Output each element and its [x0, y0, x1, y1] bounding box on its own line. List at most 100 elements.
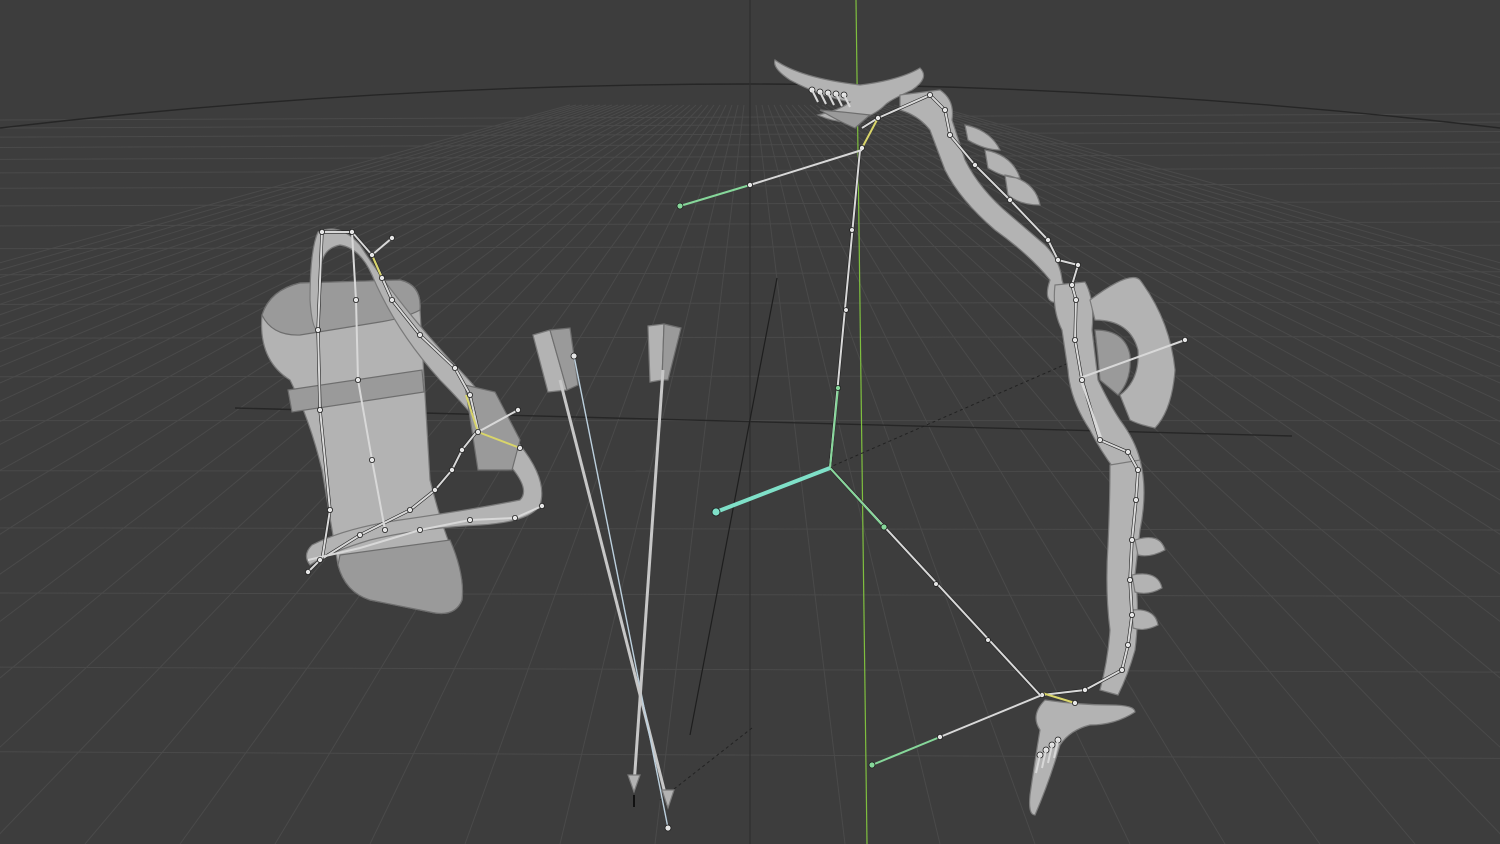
bone-joint[interactable]: [316, 557, 323, 564]
bone-joint[interactable]: [1135, 466, 1142, 473]
bone-joint[interactable]: [388, 296, 395, 303]
bone-joint[interactable]: [1125, 448, 1132, 455]
grid-line: [869, 104, 1500, 368]
bone-joint[interactable]: [1072, 336, 1079, 343]
bow-object[interactable]: [773, 59, 1189, 816]
bone-joint[interactable]: [388, 234, 395, 241]
string-upper-bone-green[interactable]: [829, 387, 839, 469]
arrow-right[interactable]: [627, 323, 682, 807]
viewport-canvas[interactable]: [0, 0, 1500, 844]
bone-joint[interactable]: [942, 107, 949, 114]
bone-joint[interactable]: [368, 456, 375, 463]
bone-joint[interactable]: [1072, 700, 1079, 707]
arrow-joint: [570, 352, 578, 360]
bone-joint[interactable]: [1079, 376, 1086, 383]
bone-joint[interactable]: [406, 506, 413, 513]
bone-joint[interactable]: [1073, 296, 1080, 303]
grid-line: [791, 104, 1416, 844]
grid-line: [0, 104, 583, 279]
bone-joint[interactable]: [1097, 436, 1104, 443]
bone-joint[interactable]: [1129, 612, 1136, 619]
bone-joint[interactable]: [314, 326, 321, 333]
bone-joint[interactable]: [835, 384, 842, 391]
grid-line: [797, 104, 1500, 835]
quiver-buckle: [464, 384, 521, 471]
bone-joint[interactable]: [515, 406, 522, 413]
string-bottom-control-bone[interactable]: [939, 694, 1043, 738]
grid-line: [761, 104, 941, 844]
bone-joint[interactable]: [875, 115, 882, 122]
bone-joint[interactable]: [1133, 496, 1140, 503]
grid-line: [0, 104, 607, 316]
string-selected-bone[interactable]: [715, 466, 831, 514]
bone-head[interactable]: [676, 202, 684, 210]
bone-joint[interactable]: [416, 527, 423, 534]
bone-joint[interactable]: [431, 486, 438, 493]
bone-joint[interactable]: [1129, 537, 1136, 544]
arrow-left[interactable]: [532, 327, 675, 832]
bone-joint[interactable]: [352, 296, 359, 303]
bone-head[interactable]: [868, 761, 876, 769]
bone-joint[interactable]: [354, 376, 361, 383]
grid-line: [863, 104, 1500, 384]
bone-joint[interactable]: [416, 331, 423, 338]
bone-joint[interactable]: [448, 466, 455, 473]
grid-line: [833, 104, 1500, 501]
arrow-joint: [664, 824, 672, 832]
bone-joint[interactable]: [1069, 281, 1076, 288]
bone-joint[interactable]: [458, 446, 465, 453]
bone-joint[interactable]: [1007, 196, 1014, 203]
bone-joint[interactable]: [466, 517, 473, 524]
bone-joint[interactable]: [348, 228, 355, 235]
bone-joint[interactable]: [985, 637, 991, 643]
string-top-control-bone-green[interactable]: [679, 184, 751, 207]
bone-joint[interactable]: [474, 428, 481, 435]
bone-joint[interactable]: [947, 131, 954, 138]
bone-joint[interactable]: [512, 515, 519, 522]
bone-head[interactable]: [711, 507, 721, 517]
string-bottom-control-bone-green[interactable]: [871, 736, 941, 766]
bone-joint[interactable]: [1125, 642, 1132, 649]
bone-joint[interactable]: [1182, 336, 1189, 343]
bone-joint[interactable]: [843, 307, 849, 313]
bone-joint[interactable]: [368, 251, 375, 258]
bow-lower-spikes: [1131, 537, 1166, 631]
bone-joint[interactable]: [304, 569, 311, 576]
bone-joint[interactable]: [747, 181, 754, 188]
bone-joint[interactable]: [451, 364, 458, 371]
quiver-object[interactable]: [260, 228, 546, 615]
bone-joint[interactable]: [1055, 256, 1062, 263]
bone-joint[interactable]: [1045, 236, 1052, 243]
bone-joint[interactable]: [972, 161, 979, 168]
arrow-shaft-left: [558, 379, 670, 806]
bone-joint[interactable]: [937, 734, 944, 741]
bow-lower-tip[interactable]: [1028, 699, 1136, 816]
bone-joint[interactable]: [466, 391, 473, 398]
grid-line: [0, 104, 637, 384]
bone-joint[interactable]: [316, 406, 323, 413]
bone-joint[interactable]: [1082, 687, 1089, 694]
bone-joint[interactable]: [539, 502, 546, 509]
bone-joint[interactable]: [880, 523, 888, 531]
bone-joint[interactable]: [356, 532, 363, 539]
bone-joint[interactable]: [381, 527, 388, 534]
quiver-tip-bone: [371, 237, 393, 256]
bone-joint[interactable]: [927, 92, 934, 99]
bone-joint[interactable]: [849, 227, 855, 233]
bone-joint[interactable]: [1127, 577, 1134, 584]
bone-joint[interactable]: [1119, 667, 1126, 674]
grid-line: [0, 104, 601, 305]
string-lower-bone-green[interactable]: [829, 467, 885, 528]
bone-joint[interactable]: [933, 581, 939, 587]
grid-line: [0, 104, 589, 287]
grid-line: [654, 104, 745, 844]
bone-joint[interactable]: [378, 274, 385, 281]
bone-joint[interactable]: [517, 444, 524, 451]
bone-joint[interactable]: [318, 228, 325, 235]
3d-viewport[interactable]: [0, 0, 1500, 844]
grid-line: [827, 104, 1500, 535]
arrow-bone-left: [573, 355, 669, 829]
bone-joint[interactable]: [1075, 261, 1082, 268]
bone-joint[interactable]: [326, 506, 333, 513]
grid-line: [773, 104, 1131, 844]
